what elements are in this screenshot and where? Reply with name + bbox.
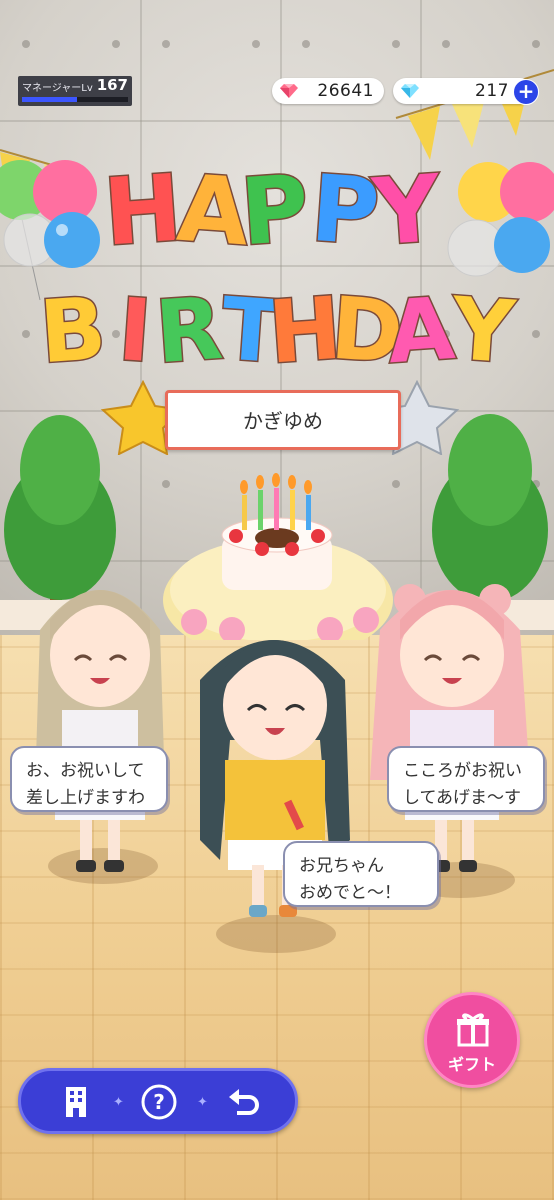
title-letter: H — [101, 155, 185, 267]
character-left-icon — [35, 590, 165, 872]
manager-level-label: マネージャーLv — [22, 83, 93, 94]
title-letter: Y — [369, 155, 445, 267]
speech-center-line1: お兄ちゃん — [299, 856, 384, 876]
separator-spark-icon: ✦ — [113, 1095, 124, 1110]
blue-gem-icon — [401, 84, 419, 98]
svg-text:?: ? — [153, 1090, 165, 1114]
character-right-icon — [370, 584, 530, 872]
gift-icon — [457, 1013, 489, 1047]
gift-button[interactable]: ギフト — [424, 992, 520, 1088]
speech-left-line2: 差し上げますわ — [26, 788, 145, 808]
birthday-name-banner: かぎゆめ — [95, 380, 465, 455]
free-gem-counter[interactable]: 217 + — [393, 78, 539, 105]
speech-center-line2: おめでと～！ — [299, 883, 401, 903]
title-letter: P — [237, 155, 312, 266]
separator-spark-icon: ✦ — [197, 1095, 208, 1110]
title-letter: I — [116, 280, 155, 380]
building-icon[interactable] — [57, 1083, 95, 1121]
manager-level-value: 167 — [96, 76, 128, 94]
speech-bubble-left: お、お祝いして 差し上げますわ — [10, 746, 168, 812]
speech-bubble-right: こころがお祝い してあげま～す — [387, 746, 545, 812]
title-letter: B — [37, 279, 109, 380]
title-letter: Y — [447, 279, 519, 380]
gift-label: ギフト — [447, 1055, 496, 1074]
free-gem-count: 217 — [475, 81, 509, 101]
birthday-character-name: かぎゆめ — [243, 409, 323, 433]
speech-bubble-center: お兄ちゃん おめでと～！ — [283, 841, 439, 907]
name-plate: かぎゆめ — [165, 390, 401, 450]
bottom-nav-bar: ✦ ? ✦ — [18, 1068, 298, 1134]
speech-right-line1: こころがお祝い — [403, 761, 522, 781]
speech-left-line1: お、お祝いして — [26, 761, 145, 781]
title-letter: R — [152, 279, 225, 380]
back-arrow-icon[interactable] — [225, 1083, 263, 1121]
paid-gem-count: 26641 — [317, 81, 374, 101]
title-letter: A — [384, 279, 458, 380]
plus-icon[interactable]: + — [513, 79, 539, 105]
paid-gem-counter[interactable]: 26641 — [272, 78, 384, 104]
manager-exp-bar — [22, 97, 128, 102]
manager-level-panel[interactable]: マネージャーLv 167 — [18, 76, 132, 106]
title-line-happy: HAPPY — [99, 153, 446, 268]
title-line-birthday: B IRTHDAY — [35, 277, 521, 380]
red-gem-icon — [280, 84, 298, 98]
happy-birthday-title: HAPPY B IRTHDAY — [35, 153, 521, 380]
question-icon[interactable]: ? — [140, 1083, 178, 1121]
manager-exp-fill — [22, 97, 78, 102]
speech-right-line2: してあげま～す — [403, 788, 521, 808]
